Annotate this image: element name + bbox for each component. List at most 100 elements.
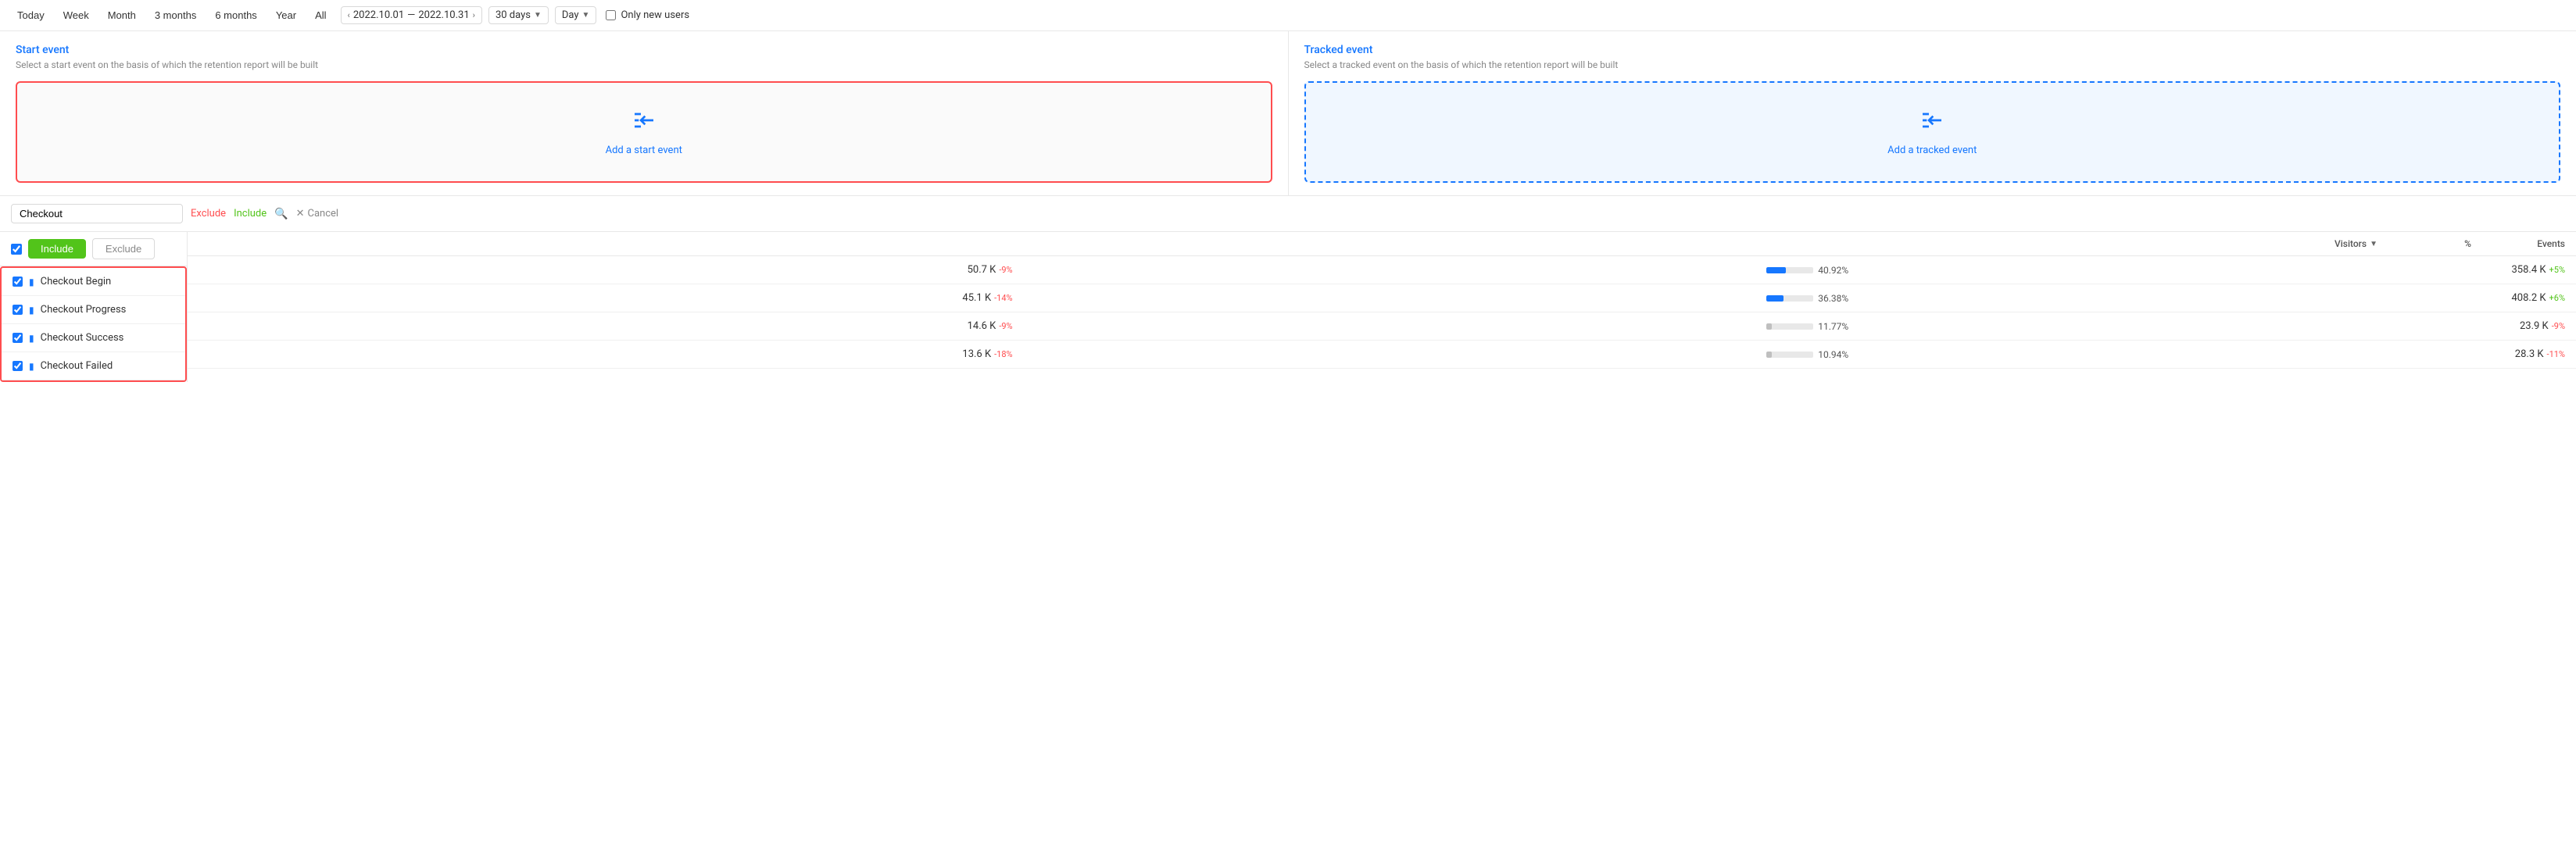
pct-value-3: 10.94% xyxy=(1818,349,1848,360)
date-end: 2022.10.31 xyxy=(418,9,469,21)
start-event-subtitle: Select a start event on the basis of whi… xyxy=(16,59,1272,70)
start-event-title: Start event xyxy=(16,44,1272,56)
col-visitors-header: Visitors ▼ xyxy=(2299,238,2377,249)
month-btn[interactable]: Month xyxy=(100,6,144,24)
tracked-event-title: Tracked event xyxy=(1304,44,2561,56)
events-value-1: 408.2 K xyxy=(2511,292,2546,304)
list-item[interactable]: ▮ Checkout Begin xyxy=(2,268,185,296)
today-btn[interactable]: Today xyxy=(9,6,52,24)
col-events-header: Events xyxy=(2503,238,2565,249)
all-btn[interactable]: All xyxy=(307,6,334,24)
pct-bar-2 xyxy=(1766,323,1772,330)
filter-input[interactable] xyxy=(11,204,183,223)
toolbar: Today Week Month 3 months 6 months Year … xyxy=(0,0,2576,31)
events-cell-1: 408.2 K +6% xyxy=(1859,284,2576,312)
granularity-caret: ▼ xyxy=(582,11,590,20)
row-name-2: Checkout Success xyxy=(41,332,124,344)
event-panels: Start event Select a start event on the … xyxy=(0,31,2576,196)
filter-bar: Exclude Include 🔍 ✕ Cancel xyxy=(0,196,2576,232)
visitors-value-1: 45.1 K xyxy=(962,292,991,304)
cancel-x-icon: ✕ xyxy=(296,208,305,219)
row-name-3: Checkout Failed xyxy=(41,360,113,372)
pct-bar-wrap-2 xyxy=(1766,323,1813,330)
pct-value-0: 40.92% xyxy=(1818,265,1848,276)
include-action[interactable]: Include xyxy=(234,208,267,219)
list-item[interactable]: ▮ Checkout Failed xyxy=(2,352,185,380)
add-tracked-event-box[interactable]: Add a tracked event xyxy=(1304,81,2561,183)
pct-cell-3: 10.94% xyxy=(1024,341,1860,369)
tracked-event-panel: Tracked event Select a tracked event on … xyxy=(1289,31,2576,195)
add-tracked-event-label: Add a tracked event xyxy=(1887,145,1977,156)
add-tracked-event-icon xyxy=(1919,108,1945,138)
pct-bar-0 xyxy=(1766,267,1786,273)
row-name-0: Checkout Begin xyxy=(41,276,112,287)
table-header: Visitors ▼ % Events xyxy=(188,232,2576,256)
tracked-event-subtitle: Select a tracked event on the basis of w… xyxy=(1304,59,2561,70)
left-pane: Include Exclude ▮ Checkout Begin ▮ Check… xyxy=(0,232,188,382)
visitors-change-3: -18% xyxy=(994,349,1012,359)
list-item[interactable]: ▮ Checkout Progress xyxy=(2,296,185,324)
add-start-event-box[interactable]: Add a start event xyxy=(16,81,1272,183)
toggle-bar: Include Exclude xyxy=(0,232,187,266)
row-icon-2: ▮ xyxy=(29,333,34,344)
row-icon-1: ▮ xyxy=(29,305,34,316)
include-btn[interactable]: Include xyxy=(28,239,86,259)
days-caret: ▼ xyxy=(534,11,542,20)
col-pct-header: % xyxy=(2409,238,2471,249)
events-list: ▮ Checkout Begin ▮ Checkout Progress ▮ C… xyxy=(2,268,185,380)
visitors-cell-0: 50.7 K -9% xyxy=(188,256,1024,284)
metrics-table: 50.7 K -9% 40.92% 358.4 K +5% 45.1 K -14… xyxy=(188,256,2576,369)
visitors-cell-3: 13.6 K -18% xyxy=(188,341,1024,369)
list-item[interactable]: ▮ Checkout Success xyxy=(2,324,185,352)
prev-arrow[interactable]: ‹ xyxy=(348,10,350,20)
events-cell-3: 28.3 K -11% xyxy=(1859,341,2576,369)
row-checkbox-0[interactable] xyxy=(13,277,23,287)
exclude-action[interactable]: Exclude xyxy=(191,208,226,219)
pct-cell-2: 11.77% xyxy=(1024,312,1860,341)
row-icon-0: ▮ xyxy=(29,277,34,287)
visitors-sort-icon[interactable]: ▼ xyxy=(2370,240,2377,248)
date-separator: — xyxy=(407,9,415,21)
events-change-2: -9% xyxy=(2552,321,2565,331)
select-all-checkbox[interactable] xyxy=(11,244,22,255)
date-range-picker[interactable]: ‹ 2022.10.01 — 2022.10.31 › xyxy=(341,6,482,24)
table-row: 50.7 K -9% 40.92% 358.4 K +5% xyxy=(188,256,2576,284)
pct-bar-1 xyxy=(1766,295,1784,302)
row-checkbox-1[interactable] xyxy=(13,305,23,315)
events-cell-0: 358.4 K +5% xyxy=(1859,256,2576,284)
visitors-change-1: -14% xyxy=(994,293,1012,303)
pct-bar-wrap-0 xyxy=(1766,267,1813,273)
days-select[interactable]: 30 days ▼ xyxy=(488,6,549,24)
add-start-event-icon xyxy=(631,108,657,138)
next-arrow[interactable]: › xyxy=(473,10,475,20)
only-new-users-checkbox[interactable] xyxy=(606,10,616,20)
visitors-change-2: -9% xyxy=(999,321,1012,331)
pct-cell-0: 40.92% xyxy=(1024,256,1860,284)
search-icon[interactable]: 🔍 xyxy=(274,208,288,220)
visitors-value-3: 13.6 K xyxy=(962,348,991,360)
row-name-1: Checkout Progress xyxy=(41,304,127,316)
visitors-value-2: 14.6 K xyxy=(968,320,996,332)
table-row: 14.6 K -9% 11.77% 23.9 K -9% xyxy=(188,312,2576,341)
exclude-btn[interactable]: Exclude xyxy=(92,238,155,259)
cancel-btn[interactable]: ✕ Cancel xyxy=(296,208,338,219)
pct-value-1: 36.38% xyxy=(1818,293,1848,304)
events-value-2: 23.9 K xyxy=(2520,320,2549,332)
row-checkbox-2[interactable] xyxy=(13,333,23,343)
days-label: 30 days xyxy=(496,9,531,21)
events-change-3: -11% xyxy=(2547,349,2565,359)
day-granularity-select[interactable]: Day ▼ xyxy=(555,6,597,24)
row-checkbox-3[interactable] xyxy=(13,361,23,371)
6months-btn[interactable]: 6 months xyxy=(207,6,264,24)
only-new-users-label[interactable]: Only new users xyxy=(606,9,689,21)
year-btn[interactable]: Year xyxy=(268,6,304,24)
selected-rows-container: ▮ Checkout Begin ▮ Checkout Progress ▮ C… xyxy=(0,266,187,382)
visitors-cell-2: 14.6 K -9% xyxy=(188,312,1024,341)
visitors-cell-1: 45.1 K -14% xyxy=(188,284,1024,312)
app-container: Today Week Month 3 months 6 months Year … xyxy=(0,0,2576,382)
week-btn[interactable]: Week xyxy=(55,6,97,24)
pct-value-2: 11.77% xyxy=(1818,321,1848,332)
3months-btn[interactable]: 3 months xyxy=(147,6,204,24)
granularity-label: Day xyxy=(562,9,579,21)
pct-bar-wrap-1 xyxy=(1766,295,1813,302)
